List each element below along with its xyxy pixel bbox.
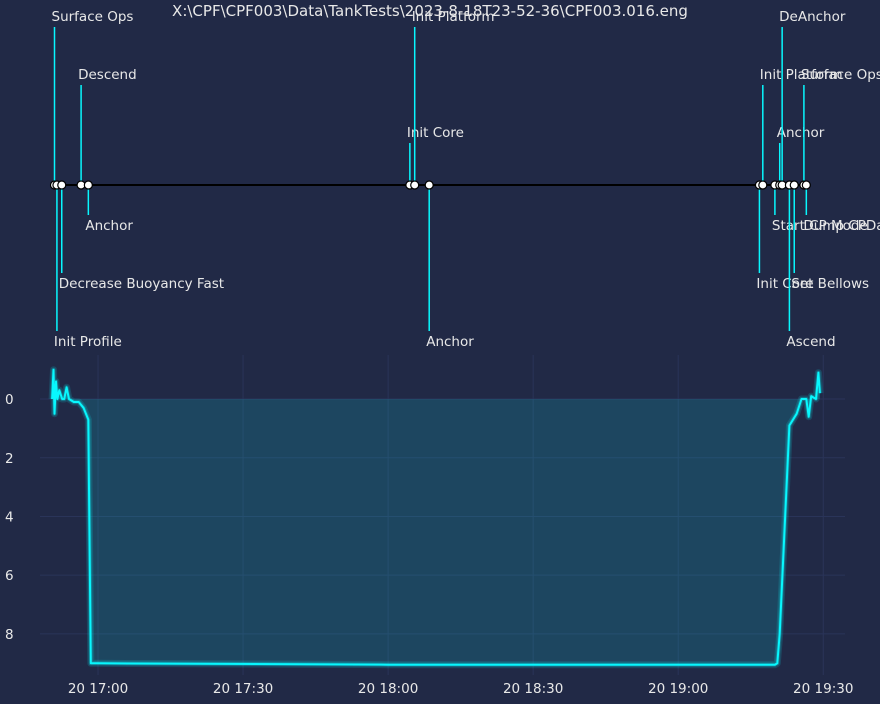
depth-area-fill bbox=[52, 369, 820, 665]
event-label: DeAnchor bbox=[779, 9, 846, 25]
event-marker[interactable] bbox=[57, 180, 67, 190]
y-tick-label: 6 bbox=[5, 568, 14, 584]
x-tick-label: 20 19:00 bbox=[648, 681, 708, 697]
event-marker[interactable] bbox=[424, 180, 434, 190]
event-label: Init Profile bbox=[54, 334, 122, 350]
depth-plot: 20 17:00 20 17:30 20 18:00 20 18:30 20 19:00… bbox=[5, 355, 853, 697]
chart-canvas: X:\CPF\CPF003\Data\TankTests\2023-8-18T2… bbox=[5, 2, 880, 697]
y-tick-label: 0 bbox=[5, 392, 14, 408]
event-label: Anchor bbox=[777, 125, 825, 141]
y-tick-label: 8 bbox=[5, 627, 14, 643]
y-tick-label: 4 bbox=[5, 509, 14, 525]
x-tick-label: 20 17:00 bbox=[68, 681, 128, 697]
event-marker[interactable] bbox=[758, 180, 768, 190]
event-label: Set Bellows bbox=[791, 276, 869, 292]
event-label: Anchor bbox=[85, 218, 133, 234]
x-tick-label: 20 18:30 bbox=[503, 681, 563, 697]
event-label: Anchor bbox=[426, 334, 474, 350]
chart-figure: X:\CPF\CPF003\Data\TankTests\2023-8-18T2… bbox=[0, 0, 880, 700]
event-marker[interactable] bbox=[410, 180, 420, 190]
event-marker[interactable] bbox=[789, 180, 799, 190]
event-marker[interactable] bbox=[801, 180, 811, 190]
x-tick-label: 20 17:30 bbox=[213, 681, 273, 697]
event-marker[interactable] bbox=[83, 180, 93, 190]
x-tick-label: 20 18:00 bbox=[358, 681, 418, 697]
event-timeline: Surface Ops Init Profile Decrease Buoyancy… bbox=[49, 9, 880, 350]
event-label: Descend bbox=[78, 67, 137, 83]
event-label: Surface Ops bbox=[52, 9, 134, 25]
y-tick-label: 2 bbox=[5, 451, 14, 467]
event-label: Decrease Buoyancy Fast bbox=[59, 276, 224, 292]
event-label: Ascend bbox=[786, 334, 835, 350]
x-tick-label: 20 19:30 bbox=[793, 681, 853, 697]
event-label: Init Platform bbox=[412, 9, 495, 25]
event-label: Surface Ops bbox=[801, 67, 880, 83]
event-label: Dump CPData bbox=[803, 218, 880, 234]
